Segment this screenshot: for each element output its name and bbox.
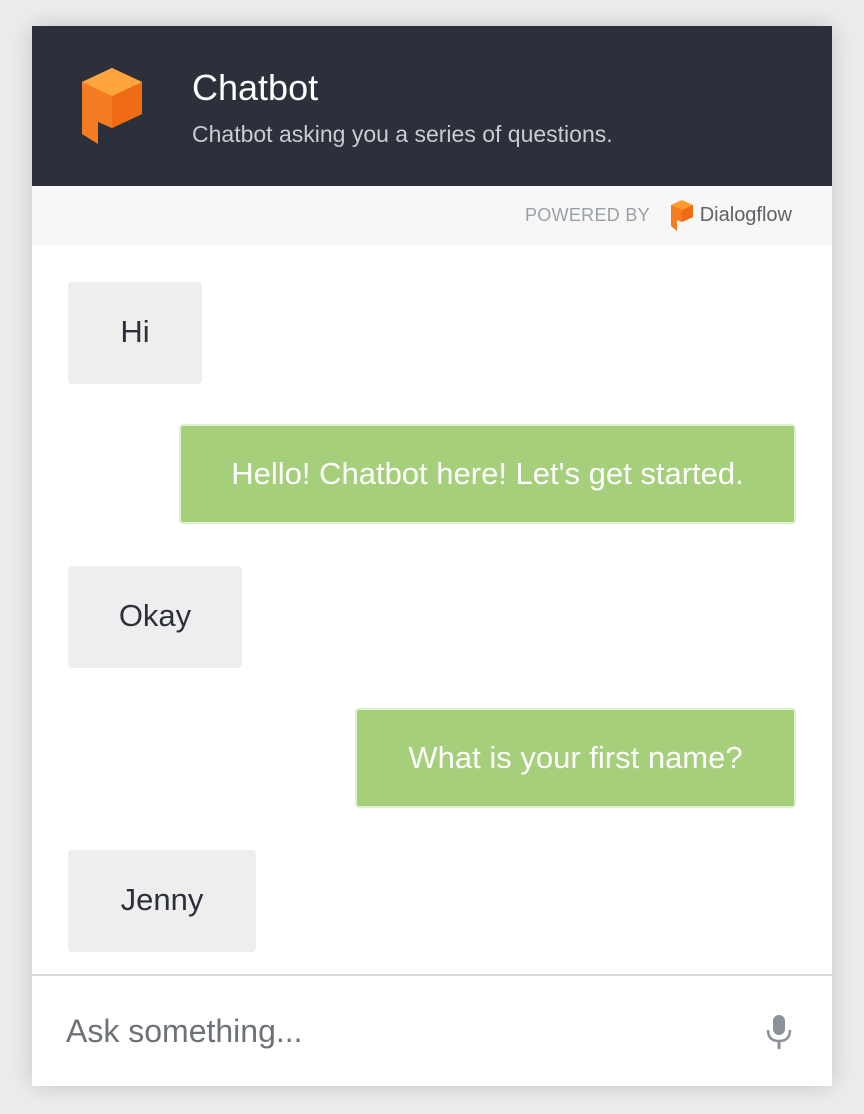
input-bar [32, 974, 832, 1086]
microphone-icon[interactable] [766, 1014, 792, 1050]
message-list: Hi Hello! Chatbot here! Let's get starte… [32, 246, 832, 974]
message-input[interactable] [64, 998, 708, 1064]
user-message: Jenny [68, 850, 256, 952]
chat-title: Chatbot [192, 67, 319, 108]
chat-subtitle: Chatbot asking you a series of questions… [192, 121, 613, 147]
bot-message: What is your first name? [355, 708, 796, 808]
bot-message: Hello! Chatbot here! Let's get started. [179, 424, 796, 524]
dialogflow-brand-name: Dialogflow [699, 204, 792, 226]
dialogflow-cube-icon [82, 68, 142, 144]
user-message: Hi [68, 282, 202, 384]
user-message: Okay [68, 566, 242, 668]
chat-header: Chatbot Chatbot asking you a series of q… [32, 26, 832, 186]
powered-by-label: POWERED BY [524, 205, 650, 225]
powered-by-bar: POWERED BY Dialogflow [32, 186, 832, 246]
chat-widget: Chatbot Chatbot asking you a series of q… [32, 26, 832, 1086]
dialogflow-logo-icon [671, 200, 693, 231]
